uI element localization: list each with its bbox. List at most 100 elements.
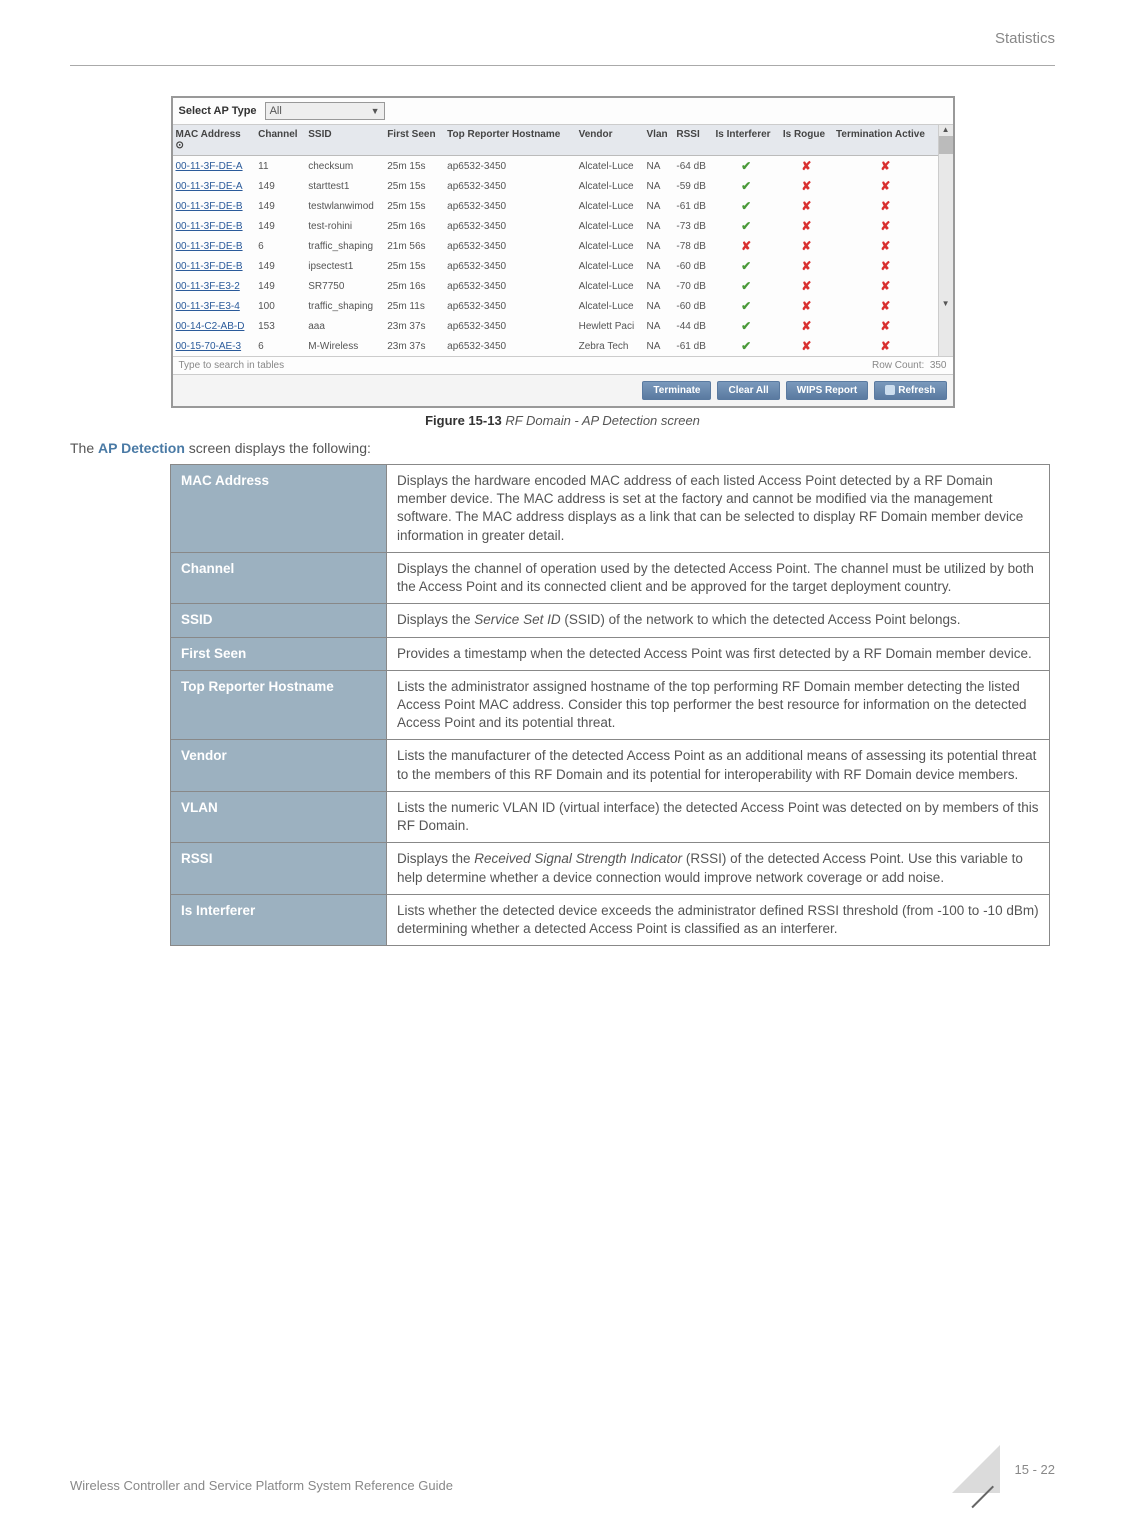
definition-text: Displays the Received Signal Strength In… <box>387 843 1050 894</box>
mac-link[interactable]: 00-11-3F-DE-B <box>176 201 243 212</box>
cell-vendor: Alcatel-Luce <box>576 216 644 236</box>
select-ap-type-dropdown[interactable]: All ▼ <box>265 102 385 120</box>
select-ap-type-value: All <box>270 105 282 117</box>
cross-icon: ✘ <box>880 219 890 233</box>
cell-first: 25m 15s <box>384 156 444 177</box>
cell-vendor: Alcatel-Luce <box>576 276 644 296</box>
col-reporter[interactable]: Top Reporter Hostname <box>444 125 575 156</box>
cell-first: 25m 16s <box>384 216 444 236</box>
cell-rogue: ✘ <box>780 196 833 216</box>
definition-text: Lists the administrator assigned hostnam… <box>387 670 1050 740</box>
cell-channel: 149 <box>255 196 305 216</box>
scrollbar[interactable]: ▲ ▼ <box>938 125 953 356</box>
table-row: 00-11-3F-DE-B149testwlanwimod25m 15sap65… <box>173 196 938 216</box>
refresh-button[interactable]: Refresh <box>874 381 946 400</box>
mac-link[interactable]: 00-11-3F-DE-B <box>176 261 243 272</box>
definition-term: Channel <box>171 552 387 603</box>
cell-rssi: -44 dB <box>673 316 712 336</box>
terminate-button[interactable]: Terminate <box>642 381 711 400</box>
scroll-up-icon[interactable]: ▲ <box>939 125 953 134</box>
cross-icon: ✘ <box>801 199 811 213</box>
col-first-seen[interactable]: First Seen <box>384 125 444 156</box>
cell-term: ✘ <box>833 176 938 196</box>
cross-icon: ✘ <box>801 239 811 253</box>
cross-icon: ✘ <box>880 299 890 313</box>
definition-text: Lists the manufacturer of the detected A… <box>387 740 1050 791</box>
cell-channel: 149 <box>255 256 305 276</box>
table-row: 00-11-3F-DE-B149ipsectest125m 15sap6532-… <box>173 256 938 276</box>
page-number: 15 - 22 <box>1015 1462 1055 1477</box>
cell-first: 25m 11s <box>384 296 444 316</box>
cross-icon: ✘ <box>801 339 811 353</box>
col-vendor[interactable]: Vendor <box>576 125 644 156</box>
cell-term: ✘ <box>833 336 938 356</box>
cell-rssi: -70 dB <box>673 276 712 296</box>
cell-interferer: ✔ <box>713 176 780 196</box>
cell-reporter: ap6532-3450 <box>444 276 575 296</box>
cell-channel: 153 <box>255 316 305 336</box>
col-rogue[interactable]: Is Rogue <box>780 125 833 156</box>
cell-ssid: testwlanwimod <box>305 196 384 216</box>
col-ssid[interactable]: SSID <box>305 125 384 156</box>
scroll-thumb[interactable] <box>939 136 953 154</box>
col-interferer[interactable]: Is Interferer <box>713 125 780 156</box>
definition-row: MAC AddressDisplays the hardware encoded… <box>171 465 1050 553</box>
cell-ssid: traffic_shaping <box>305 236 384 256</box>
cell-first: 25m 15s <box>384 196 444 216</box>
col-vlan[interactable]: Vlan <box>644 125 674 156</box>
cross-icon: ✘ <box>880 179 890 193</box>
cell-ssid: ipsectest1 <box>305 256 384 276</box>
mac-link[interactable]: 00-11-3F-DE-A <box>176 181 243 192</box>
cell-first: 23m 37s <box>384 316 444 336</box>
mac-link[interactable]: 00-11-3F-E3-4 <box>176 301 240 312</box>
cross-icon: ✘ <box>801 279 811 293</box>
footer-decoration-icon <box>952 1445 1000 1493</box>
col-rssi[interactable]: RSSI <box>673 125 712 156</box>
cell-interferer: ✘ <box>713 236 780 256</box>
cell-vendor: Alcatel-Luce <box>576 196 644 216</box>
header-rule <box>70 65 1055 66</box>
col-mac[interactable]: MAC Address⊙ <box>173 125 256 156</box>
table-row: 00-15-70-AE-36M-Wireless23m 37sap6532-34… <box>173 336 938 356</box>
search-input[interactable]: Type to search in tables <box>179 360 285 371</box>
mac-link[interactable]: 00-14-C2-AB-D <box>176 321 245 332</box>
cell-channel: 149 <box>255 276 305 296</box>
col-term[interactable]: Termination Active <box>833 125 938 156</box>
definition-text: Displays the hardware encoded MAC addres… <box>387 465 1050 553</box>
cell-reporter: ap6532-3450 <box>444 176 575 196</box>
mac-link[interactable]: 00-11-3F-DE-B <box>176 221 243 232</box>
mac-link[interactable]: 00-15-70-AE-3 <box>176 341 242 352</box>
wips-report-button[interactable]: WIPS Report <box>786 381 869 400</box>
cross-icon: ✘ <box>801 299 811 313</box>
cell-ssid: traffic_shaping <box>305 296 384 316</box>
cell-rssi: -64 dB <box>673 156 712 177</box>
definition-term: Vendor <box>171 740 387 791</box>
definition-term: SSID <box>171 604 387 637</box>
cell-rogue: ✘ <box>780 316 833 336</box>
cell-reporter: ap6532-3450 <box>444 296 575 316</box>
mac-link[interactable]: 00-11-3F-DE-A <box>176 161 243 172</box>
cell-rssi: -61 dB <box>673 336 712 356</box>
cross-icon: ✘ <box>880 199 890 213</box>
figure-label: Figure 15-13 <box>425 413 502 428</box>
cell-term: ✘ <box>833 296 938 316</box>
cell-vendor: Hewlett Paci <box>576 316 644 336</box>
cell-ssid: M-Wireless <box>305 336 384 356</box>
mac-link[interactable]: 00-11-3F-E3-2 <box>176 281 240 292</box>
mac-link[interactable]: 00-11-3F-DE-B <box>176 241 243 252</box>
cell-vlan: NA <box>644 156 674 177</box>
header-section: Statistics <box>995 30 1055 47</box>
clear-all-button[interactable]: Clear All <box>717 381 779 400</box>
col-channel[interactable]: Channel <box>255 125 305 156</box>
table-row: 00-11-3F-E3-4100traffic_shaping25m 11sap… <box>173 296 938 316</box>
cell-vendor: Alcatel-Luce <box>576 256 644 276</box>
cell-term: ✘ <box>833 256 938 276</box>
cell-rogue: ✘ <box>780 176 833 196</box>
cell-vendor: Zebra Tech <box>576 336 644 356</box>
scroll-down-icon[interactable]: ▼ <box>939 299 953 308</box>
cell-rssi: -59 dB <box>673 176 712 196</box>
definition-row: VLANLists the numeric VLAN ID (virtual i… <box>171 791 1050 842</box>
check-icon: ✔ <box>741 339 751 353</box>
cell-rssi: -78 dB <box>673 236 712 256</box>
cross-icon: ✘ <box>880 259 890 273</box>
